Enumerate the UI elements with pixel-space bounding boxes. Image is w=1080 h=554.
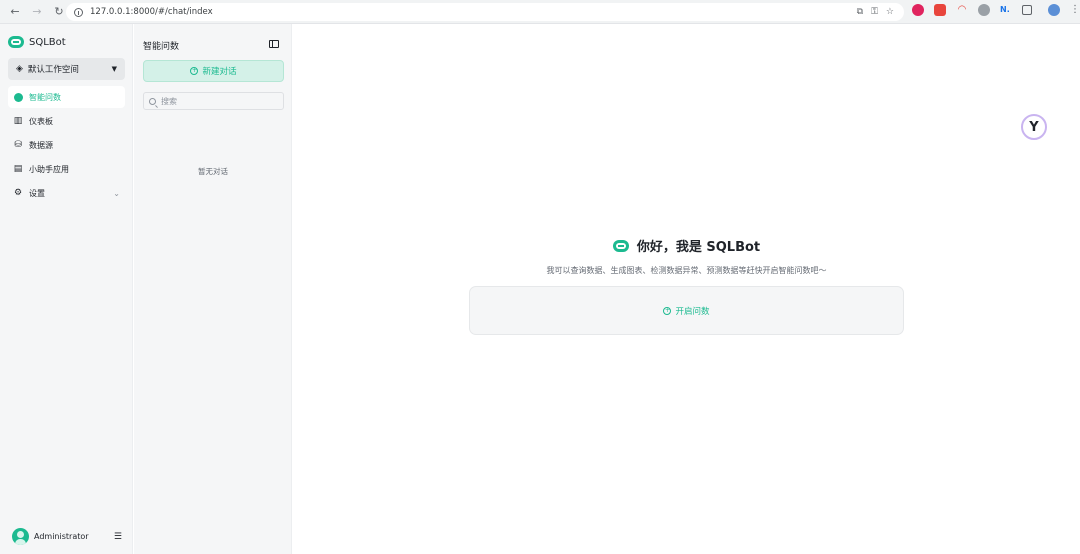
floating-assistant-icon[interactable]: Y: [1021, 114, 1047, 140]
extensions-bar: ◠ N. ⋮: [912, 4, 1080, 16]
window-icon: ▤: [13, 164, 23, 174]
search-field[interactable]: [143, 92, 284, 110]
sidebar-item-label: 小助手应用: [29, 164, 69, 174]
back-icon[interactable]: ←: [8, 5, 22, 19]
extension-circle-icon[interactable]: [978, 4, 990, 16]
sidebar-item-label: 设置: [29, 188, 45, 198]
greeting: 你好，我是 SQLBot: [293, 236, 1080, 255]
greeting-title: 你好，我是 SQLBot: [636, 240, 761, 255]
site-info-icon[interactable]: [74, 7, 83, 17]
chat-list-panel: 智能问数 + 新建对话 暂无对话: [134, 24, 292, 554]
sidebar-menu: 智能问数 ▥ 仪表板 ⛁ 数据源 ▤ 小助手应用 ⚙ 设置 ⌄: [8, 86, 125, 206]
brand-name: SQLBot: [29, 36, 66, 48]
translate-icon[interactable]: ⧉: [857, 7, 863, 17]
main-content: Y 你好，我是 SQLBot 我可以查询数据、生成图表、检测数据异常、预测数据等…: [293, 24, 1080, 554]
chevron-down-icon: ⌄: [113, 188, 120, 198]
sidebar-item-label: 仪表板: [29, 116, 53, 126]
layers-icon: ◈: [16, 64, 23, 74]
workspace-selector[interactable]: ◈ 默认工作空间 ▼: [8, 58, 125, 80]
search-icon: [149, 97, 156, 105]
avatar: [12, 528, 29, 545]
sqlbot-logo-icon: [612, 239, 629, 252]
sidebar-item-label: 数据源: [29, 140, 53, 150]
left-sidebar: SQLBot ◈ 默认工作空间 ▼ 智能问数 ▥ 仪表板 ⛁ 数据源 ▤ 小助手…: [0, 24, 133, 554]
user-profile[interactable]: Administrator ☰: [12, 528, 122, 545]
user-name: Administrator: [34, 532, 89, 541]
brand[interactable]: SQLBot: [8, 36, 66, 48]
browser-toolbar: ← → ↻ 127.0.0.1:8000/#/chat/index ⧉ ⚿ ☆ …: [0, 0, 1080, 24]
sidebar-item-assistant-app[interactable]: ▤ 小助手应用: [8, 158, 125, 180]
address-bar[interactable]: 127.0.0.1:8000/#/chat/index ⧉ ⚿ ☆: [66, 3, 904, 21]
collapse-menu-icon[interactable]: ☰: [114, 532, 122, 542]
bookmark-star-icon[interactable]: ☆: [886, 7, 894, 17]
new-chat-button[interactable]: + 新建对话: [143, 60, 284, 82]
new-chat-label: 新建对话: [202, 67, 237, 77]
start-query-button[interactable]: + 开启问数: [469, 286, 904, 335]
sidebar-item-settings[interactable]: ⚙ 设置 ⌄: [8, 182, 125, 204]
extension-wifi-icon[interactable]: ◠: [956, 4, 968, 16]
extension-n-icon[interactable]: N.: [1000, 4, 1012, 16]
plus-circle-icon: +: [663, 306, 672, 315]
sidebar-item-dashboard[interactable]: ▥ 仪表板: [8, 110, 125, 132]
sidebar-toggle-icon[interactable]: [269, 40, 279, 48]
start-query-label: 开启问数: [675, 306, 710, 317]
sqlbot-logo-icon: [8, 36, 24, 48]
database-icon: ⛁: [14, 140, 22, 150]
extensions-puzzle-icon[interactable]: [1022, 5, 1032, 15]
extension-red-icon[interactable]: [934, 4, 946, 16]
gear-icon: ⚙: [13, 188, 23, 198]
sidebar-item-smart-query[interactable]: 智能问数: [8, 86, 125, 108]
workspace-label: 默认工作空间: [27, 65, 79, 75]
caret-down-icon: ▼: [111, 65, 117, 73]
panel-title: 智能问数: [143, 42, 180, 52]
plus-circle-icon: +: [190, 67, 199, 75]
browser-menu-icon[interactable]: ⋮: [1070, 4, 1080, 16]
search-input[interactable]: [161, 96, 271, 106]
profile-avatar-icon[interactable]: [1048, 4, 1060, 16]
reload-icon[interactable]: ↻: [52, 5, 66, 19]
forward-icon[interactable]: →: [30, 5, 44, 19]
empty-state-text: 暂无对话: [198, 167, 228, 176]
sidebar-item-datasource[interactable]: ⛁ 数据源: [8, 134, 125, 156]
chat-bubble-icon: [13, 92, 23, 102]
sidebar-item-label: 智能问数: [29, 92, 61, 102]
url-text: 127.0.0.1:8000/#/chat/index: [90, 7, 213, 17]
extension-shield-icon[interactable]: [912, 4, 924, 16]
greeting-subtitle: 我可以查询数据、生成图表、检测数据异常、预测数据等赶快开启智能问数吧～: [546, 266, 827, 275]
password-key-icon[interactable]: ⚿: [871, 7, 878, 17]
bar-chart-icon: ▥: [13, 116, 23, 126]
